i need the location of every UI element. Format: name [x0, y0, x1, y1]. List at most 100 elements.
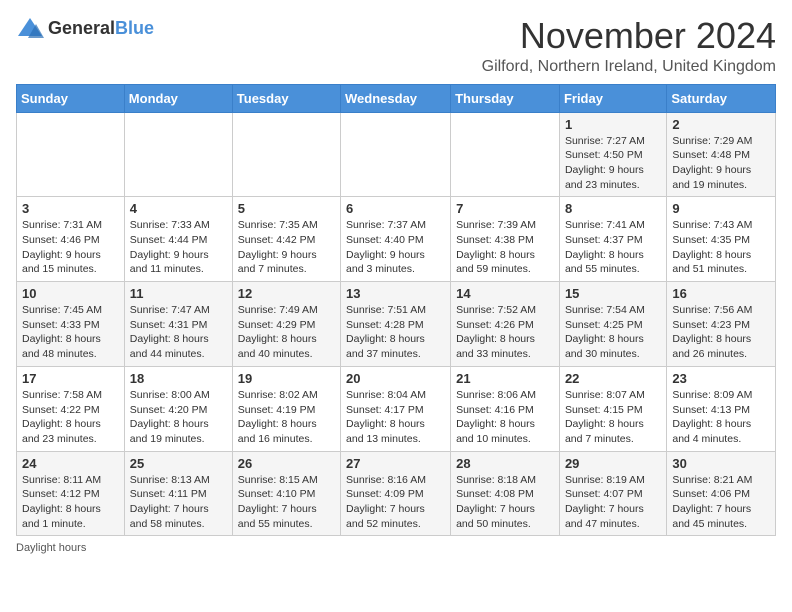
days-of-week-row: SundayMondayTuesdayWednesdayThursdayFrid…	[17, 84, 776, 112]
day-number: 13	[346, 286, 445, 301]
day-info: Sunrise: 8:21 AM Sunset: 4:06 PM Dayligh…	[672, 473, 770, 532]
day-info: Sunrise: 8:04 AM Sunset: 4:17 PM Dayligh…	[346, 388, 445, 447]
calendar-cell: 4Sunrise: 7:33 AM Sunset: 4:44 PM Daylig…	[124, 197, 232, 282]
day-number: 30	[672, 456, 770, 471]
day-info: Sunrise: 7:35 AM Sunset: 4:42 PM Dayligh…	[238, 218, 335, 277]
calendar-table: SundayMondayTuesdayWednesdayThursdayFrid…	[16, 84, 776, 537]
day-number: 6	[346, 201, 445, 216]
title-block: November 2024 Gilford, Northern Ireland,…	[482, 16, 776, 76]
calendar-cell: 10 Sunrise: 7:45 AM Sunset: 4:33 PM Dayli…	[17, 282, 125, 367]
calendar-week-row: 10 Sunrise: 7:45 AM Sunset: 4:33 PM Dayli…	[17, 282, 776, 367]
day-of-week-header: Monday	[124, 84, 232, 112]
day-number: 20	[346, 371, 445, 386]
calendar-cell	[124, 112, 232, 197]
day-number: 25	[130, 456, 227, 471]
day-info: Sunrise: 7:49 AM Sunset: 4:29 PM Dayligh…	[238, 303, 335, 362]
calendar-cell: 1 Sunrise: 7:27 AM Sunset: 4:50 PM Daylig…	[559, 112, 666, 197]
day-number: 10	[22, 286, 119, 301]
calendar-cell: 29 Sunrise: 8:19 AM Sunset: 4:07 PM Dayli…	[559, 451, 666, 536]
calendar-cell: 2 Sunrise: 7:29 AM Sunset: 4:48 PM Daylig…	[667, 112, 776, 197]
footer-note: Daylight hours	[16, 542, 776, 554]
day-info: Sunrise: 8:19 AM Sunset: 4:07 PM Dayligh…	[565, 473, 661, 532]
day-info: Sunrise: 7:29 AM Sunset: 4:48 PM Dayligh…	[672, 134, 770, 193]
day-number: 29	[565, 456, 661, 471]
calendar-cell: 13 Sunrise: 7:51 AM Sunset: 4:28 PM Dayli…	[341, 282, 451, 367]
calendar-cell: 9 Sunrise: 7:43 AM Sunset: 4:35 PM Daylig…	[667, 197, 776, 282]
day-of-week-header: Thursday	[451, 84, 560, 112]
day-info: Sunrise: 8:15 AM Sunset: 4:10 PM Dayligh…	[238, 473, 335, 532]
calendar-cell: 26 Sunrise: 8:15 AM Sunset: 4:10 PM Dayli…	[232, 451, 340, 536]
calendar-cell: 3 Sunrise: 7:31 AM Sunset: 4:46 PM Daylig…	[17, 197, 125, 282]
logo: GeneralBlue	[16, 16, 154, 40]
calendar-cell: 17 Sunrise: 7:58 AM Sunset: 4:22 PM Dayli…	[17, 366, 125, 451]
calendar-week-row: 1 Sunrise: 7:27 AM Sunset: 4:50 PM Daylig…	[17, 112, 776, 197]
calendar-week-row: 17 Sunrise: 7:58 AM Sunset: 4:22 PM Dayli…	[17, 366, 776, 451]
day-info: Sunrise: 7:58 AM Sunset: 4:22 PM Dayligh…	[22, 388, 119, 447]
day-info: Sunrise: 7:43 AM Sunset: 4:35 PM Dayligh…	[672, 218, 770, 277]
calendar-cell: 24Sunrise: 8:11 AM Sunset: 4:12 PM Dayli…	[17, 451, 125, 536]
day-info: Sunrise: 7:41 AM Sunset: 4:37 PM Dayligh…	[565, 218, 661, 277]
calendar-cell: 14 Sunrise: 7:52 AM Sunset: 4:26 PM Dayli…	[451, 282, 560, 367]
day-number: 27	[346, 456, 445, 471]
calendar-cell: 22Sunrise: 8:07 AM Sunset: 4:15 PM Dayli…	[559, 366, 666, 451]
day-number: 1	[565, 117, 661, 132]
day-info: Sunrise: 7:45 AM Sunset: 4:33 PM Dayligh…	[22, 303, 119, 362]
day-of-week-header: Sunday	[17, 84, 125, 112]
day-number: 28	[456, 456, 554, 471]
calendar-cell: 19 Sunrise: 8:02 AM Sunset: 4:19 PM Dayli…	[232, 366, 340, 451]
day-info: Sunrise: 7:27 AM Sunset: 4:50 PM Dayligh…	[565, 134, 661, 193]
calendar-cell: 27Sunrise: 8:16 AM Sunset: 4:09 PM Dayli…	[341, 451, 451, 536]
day-number: 9	[672, 201, 770, 216]
day-of-week-header: Friday	[559, 84, 666, 112]
day-number: 2	[672, 117, 770, 132]
calendar-cell	[451, 112, 560, 197]
calendar-cell: 18 Sunrise: 8:00 AM Sunset: 4:20 PM Dayli…	[124, 366, 232, 451]
day-info: Sunrise: 7:52 AM Sunset: 4:26 PM Dayligh…	[456, 303, 554, 362]
calendar-cell: 16 Sunrise: 7:56 AM Sunset: 4:23 PM Dayli…	[667, 282, 776, 367]
day-info: Sunrise: 7:54 AM Sunset: 4:25 PM Dayligh…	[565, 303, 661, 362]
day-number: 3	[22, 201, 119, 216]
month-year-title: November 2024	[482, 16, 776, 56]
day-number: 23	[672, 371, 770, 386]
calendar-cell: 15 Sunrise: 7:54 AM Sunset: 4:25 PM Dayli…	[559, 282, 666, 367]
day-number: 22	[565, 371, 661, 386]
calendar-cell: 6 Sunrise: 7:37 AM Sunset: 4:40 PM Daylig…	[341, 197, 451, 282]
day-info: Sunrise: 8:02 AM Sunset: 4:19 PM Dayligh…	[238, 388, 335, 447]
day-number: 19	[238, 371, 335, 386]
day-info: Sunrise: 7:47 AM Sunset: 4:31 PM Dayligh…	[130, 303, 227, 362]
day-of-week-header: Saturday	[667, 84, 776, 112]
day-number: 11	[130, 286, 227, 301]
calendar-cell: 30 Sunrise: 8:21 AM Sunset: 4:06 PM Dayli…	[667, 451, 776, 536]
calendar-cell: 12Sunrise: 7:49 AM Sunset: 4:29 PM Dayli…	[232, 282, 340, 367]
calendar-week-row: 24Sunrise: 8:11 AM Sunset: 4:12 PM Dayli…	[17, 451, 776, 536]
day-number: 18	[130, 371, 227, 386]
day-info: Sunrise: 7:31 AM Sunset: 4:46 PM Dayligh…	[22, 218, 119, 277]
day-number: 8	[565, 201, 661, 216]
day-info: Sunrise: 7:39 AM Sunset: 4:38 PM Dayligh…	[456, 218, 554, 277]
location-subtitle: Gilford, Northern Ireland, United Kingdo…	[482, 58, 776, 76]
day-number: 21	[456, 371, 554, 386]
day-number: 16	[672, 286, 770, 301]
day-info: Sunrise: 8:00 AM Sunset: 4:20 PM Dayligh…	[130, 388, 227, 447]
day-number: 26	[238, 456, 335, 471]
calendar-cell: 5 Sunrise: 7:35 AM Sunset: 4:42 PM Daylig…	[232, 197, 340, 282]
day-number: 17	[22, 371, 119, 386]
day-info: Sunrise: 8:06 AM Sunset: 4:16 PM Dayligh…	[456, 388, 554, 447]
day-number: 14	[456, 286, 554, 301]
calendar-header: SundayMondayTuesdayWednesdayThursdayFrid…	[17, 84, 776, 112]
calendar-cell: 8 Sunrise: 7:41 AM Sunset: 4:37 PM Daylig…	[559, 197, 666, 282]
day-info: Sunrise: 7:37 AM Sunset: 4:40 PM Dayligh…	[346, 218, 445, 277]
day-number: 15	[565, 286, 661, 301]
calendar-cell	[341, 112, 451, 197]
calendar-cell: 23 Sunrise: 8:09 AM Sunset: 4:13 PM Dayli…	[667, 366, 776, 451]
day-info: Sunrise: 7:51 AM Sunset: 4:28 PM Dayligh…	[346, 303, 445, 362]
calendar-cell: 25Sunrise: 8:13 AM Sunset: 4:11 PM Dayli…	[124, 451, 232, 536]
day-info: Sunrise: 8:09 AM Sunset: 4:13 PM Dayligh…	[672, 388, 770, 447]
day-info: Sunrise: 7:56 AM Sunset: 4:23 PM Dayligh…	[672, 303, 770, 362]
calendar-cell: 20 Sunrise: 8:04 AM Sunset: 4:17 PM Dayli…	[341, 366, 451, 451]
logo-text-blue: Blue	[115, 18, 154, 38]
day-number: 5	[238, 201, 335, 216]
daylight-hours-label: Daylight hours	[16, 542, 86, 554]
calendar-body: 1 Sunrise: 7:27 AM Sunset: 4:50 PM Daylig…	[17, 112, 776, 536]
calendar-cell: 11 Sunrise: 7:47 AM Sunset: 4:31 PM Dayli…	[124, 282, 232, 367]
